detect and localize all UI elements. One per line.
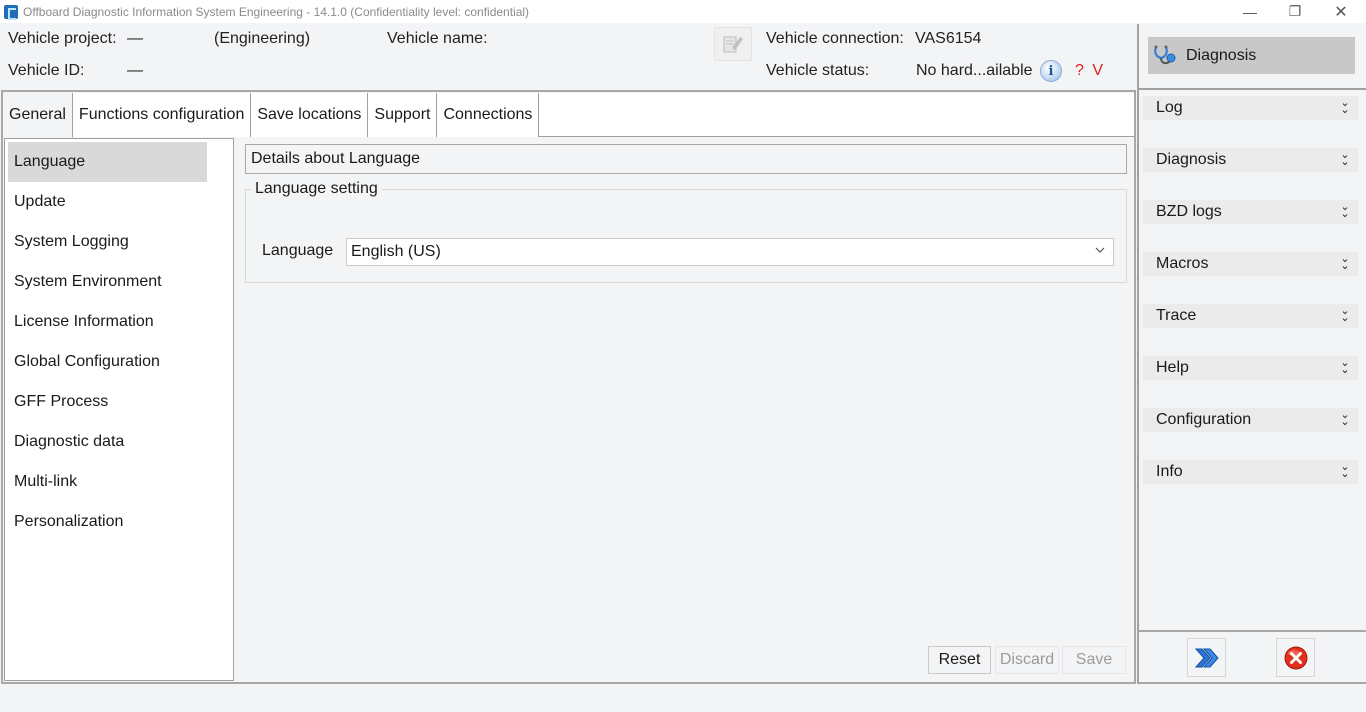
double-chevron-down-icon: ⌄ ⌄ — [1340, 253, 1350, 272]
nav-item-personalization[interactable]: Personalization — [8, 502, 207, 542]
double-chevron-down-icon: ⌄ ⌄ — [1340, 201, 1350, 220]
double-chevron-down-icon: ⌄ ⌄ — [1340, 149, 1350, 168]
vehicle-project-value: — — [127, 30, 143, 47]
tab-functions-configuration[interactable]: Functions configuration — [72, 93, 252, 137]
maximize-button[interactable]: ❐ — [1272, 0, 1318, 23]
battery-voltage-indicator: ? V — [1075, 62, 1106, 79]
section-macros[interactable]: Macros ⌄ ⌄ — [1143, 252, 1358, 276]
vehicle-project-label: Vehicle project: — [8, 30, 117, 47]
language-select[interactable]: English (US) — [346, 238, 1114, 266]
vehicle-connection-label: Vehicle connection: — [766, 30, 904, 47]
stethoscope-icon — [1154, 45, 1176, 64]
section-configuration[interactable]: Configuration ⌄ ⌄ — [1143, 408, 1358, 432]
app-logo-icon — [4, 4, 18, 20]
diagnosis-button[interactable]: Diagnosis — [1148, 37, 1355, 74]
nav-item-language[interactable]: Language — [8, 142, 207, 182]
edit-notepad-icon — [723, 36, 743, 53]
double-chevron-down-icon: ⌄ ⌄ — [1340, 461, 1350, 480]
tab-save-locations[interactable]: Save locations — [251, 93, 369, 137]
close-circle-icon — [1284, 646, 1307, 669]
reset-button[interactable]: Reset — [928, 646, 991, 674]
minimize-button[interactable]: — — [1227, 0, 1273, 23]
details-title: Details about Language — [245, 144, 1127, 174]
section-log-label: Log — [1156, 99, 1183, 116]
nav-item-system-environment[interactable]: System Environment — [8, 262, 207, 302]
double-arrow-right-icon — [1194, 648, 1219, 667]
vehicle-connection-value: VAS6154 — [915, 30, 982, 47]
section-help-label: Help — [1156, 359, 1189, 376]
nav-item-diagnostic-data[interactable]: Diagnostic data — [8, 422, 207, 462]
close-window-button[interactable]: ✕ — [1318, 0, 1364, 23]
tab-support[interactable]: Support — [368, 93, 438, 137]
engineering-mode-label: (Engineering) — [214, 30, 311, 47]
chevron-down-icon — [1095, 247, 1105, 253]
nav-item-global-configuration[interactable]: Global Configuration — [8, 342, 207, 382]
section-configuration-label: Configuration — [1156, 411, 1252, 428]
vehicle-status-label: Vehicle status: — [766, 62, 870, 79]
section-diagnosis[interactable]: Diagnosis ⌄ ⌄ — [1143, 148, 1358, 172]
language-select-value: English (US) — [351, 243, 441, 260]
section-log[interactable]: Log ⌄ ⌄ — [1143, 96, 1358, 120]
info-icon[interactable]: i — [1040, 60, 1062, 82]
double-chevron-down-icon: ⌄ ⌄ — [1340, 409, 1350, 428]
settings-nav: Language Update System Logging System En… — [4, 138, 234, 681]
double-chevron-down-icon: ⌄ ⌄ — [1340, 305, 1350, 324]
double-chevron-down-icon: ⌄ ⌄ — [1340, 357, 1350, 376]
language-setting-legend: Language setting — [251, 180, 382, 198]
vehicle-id-value: — — [127, 62, 143, 79]
nav-item-multi-link[interactable]: Multi-link — [8, 462, 207, 502]
title-bar: Offboard Diagnostic Information System E… — [0, 0, 1366, 23]
forward-button[interactable] — [1187, 638, 1226, 677]
window-title: Offboard Diagnostic Information System E… — [23, 4, 530, 19]
save-button[interactable]: Save — [1062, 646, 1126, 674]
vehicle-name-label: Vehicle name: — [387, 30, 488, 47]
section-help[interactable]: Help ⌄ ⌄ — [1143, 356, 1358, 380]
edit-vehicle-button[interactable] — [714, 27, 752, 61]
language-setting-group — [245, 189, 1127, 283]
section-info[interactable]: Info ⌄ ⌄ — [1143, 460, 1358, 484]
nav-item-system-logging[interactable]: System Logging — [8, 222, 207, 262]
section-macros-label: Macros — [1156, 255, 1209, 272]
double-chevron-down-icon: ⌄ ⌄ — [1340, 97, 1350, 116]
settings-tabs: General Functions configuration Save loc… — [3, 93, 1134, 138]
nav-item-license-information[interactable]: License Information — [8, 302, 207, 342]
exit-button[interactable] — [1276, 638, 1315, 677]
section-trace[interactable]: Trace ⌄ ⌄ — [1143, 304, 1358, 328]
diagnosis-button-label: Diagnosis — [1186, 46, 1257, 64]
section-trace-label: Trace — [1156, 307, 1197, 324]
section-diagnosis-label: Diagnosis — [1156, 151, 1227, 168]
language-label: Language — [262, 242, 334, 259]
vehicle-status-value: No hard...ailable — [916, 62, 1033, 79]
nav-item-gff-process[interactable]: GFF Process — [8, 382, 207, 422]
vehicle-id-label: Vehicle ID: — [8, 62, 85, 79]
nav-item-update[interactable]: Update — [8, 182, 207, 222]
section-info-label: Info — [1156, 463, 1183, 480]
section-bzd-logs[interactable]: BZD logs ⌄ ⌄ — [1143, 200, 1358, 224]
tab-connections[interactable]: Connections — [437, 93, 540, 137]
bottom-toolbar — [1137, 630, 1366, 684]
tab-general[interactable]: General — [3, 93, 73, 138]
section-bzd-logs-label: BZD logs — [1156, 203, 1222, 220]
discard-button[interactable]: Discard — [995, 646, 1059, 674]
